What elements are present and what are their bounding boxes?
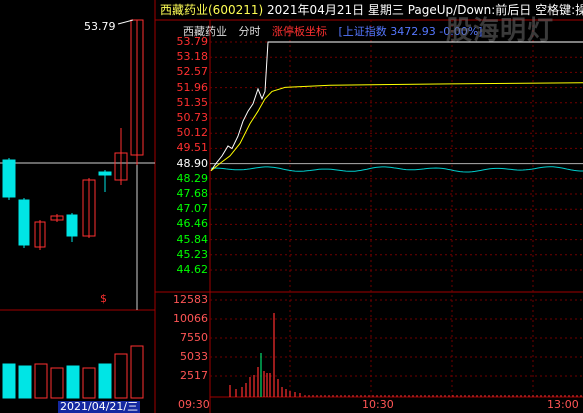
- volume-axis-label: 10066: [173, 312, 208, 325]
- volume-axis-label: 12583: [173, 293, 208, 306]
- price-axis-label: 47.07: [176, 202, 209, 216]
- price-axis-label: 49.51: [176, 141, 209, 155]
- price-axis-label: 46.46: [176, 217, 209, 231]
- watermark: 股海明灯: [446, 16, 555, 46]
- volume-axis-label: 5033: [180, 350, 208, 363]
- price-axis-label: 44.62: [176, 263, 209, 276]
- price-axis-label: 50.12: [176, 126, 209, 140]
- price-axis-label: 48.90: [176, 156, 209, 170]
- price-axis-label: 51.35: [176, 95, 209, 109]
- time-axis-label: 09:30: [178, 398, 210, 411]
- price-axis-label: 53.18: [176, 50, 209, 64]
- mode-label: 分时: [238, 25, 261, 38]
- kline-date-bar[interactable]: 2021/04/21/三: [58, 401, 141, 413]
- price-axis-label: 52.57: [176, 65, 209, 79]
- time-axis-label: 13:00: [547, 398, 579, 411]
- price-axis-label: 45.84: [176, 232, 209, 246]
- kline-high-label: 53.79: [84, 20, 116, 33]
- intraday-legend: 西藏药业 分时 涨停板坐标 [上证指数 3472.93 -0.00%]: [183, 23, 482, 39]
- limit-coordinate-toggle[interactable]: 涨停板坐标: [272, 25, 327, 38]
- price-axis-label: 50.73: [176, 111, 209, 124]
- index-line: [210, 166, 583, 173]
- stock-title: 西藏药业(600211): [160, 3, 264, 17]
- average-price-line: [210, 82, 583, 172]
- price-axis-label: 45.23: [176, 247, 209, 261]
- volume-axis-label: 2517: [180, 369, 208, 382]
- price-axis-label: 51.96: [176, 80, 209, 94]
- price-axis-label: 48.29: [176, 171, 209, 185]
- price-line: [210, 41, 583, 172]
- time-axis-label: 10:30: [362, 398, 394, 411]
- price-axis-label: 47.68: [176, 187, 209, 200]
- price-axis-label: 53.79: [176, 35, 209, 48]
- volume-axis-label: 7550: [180, 331, 208, 344]
